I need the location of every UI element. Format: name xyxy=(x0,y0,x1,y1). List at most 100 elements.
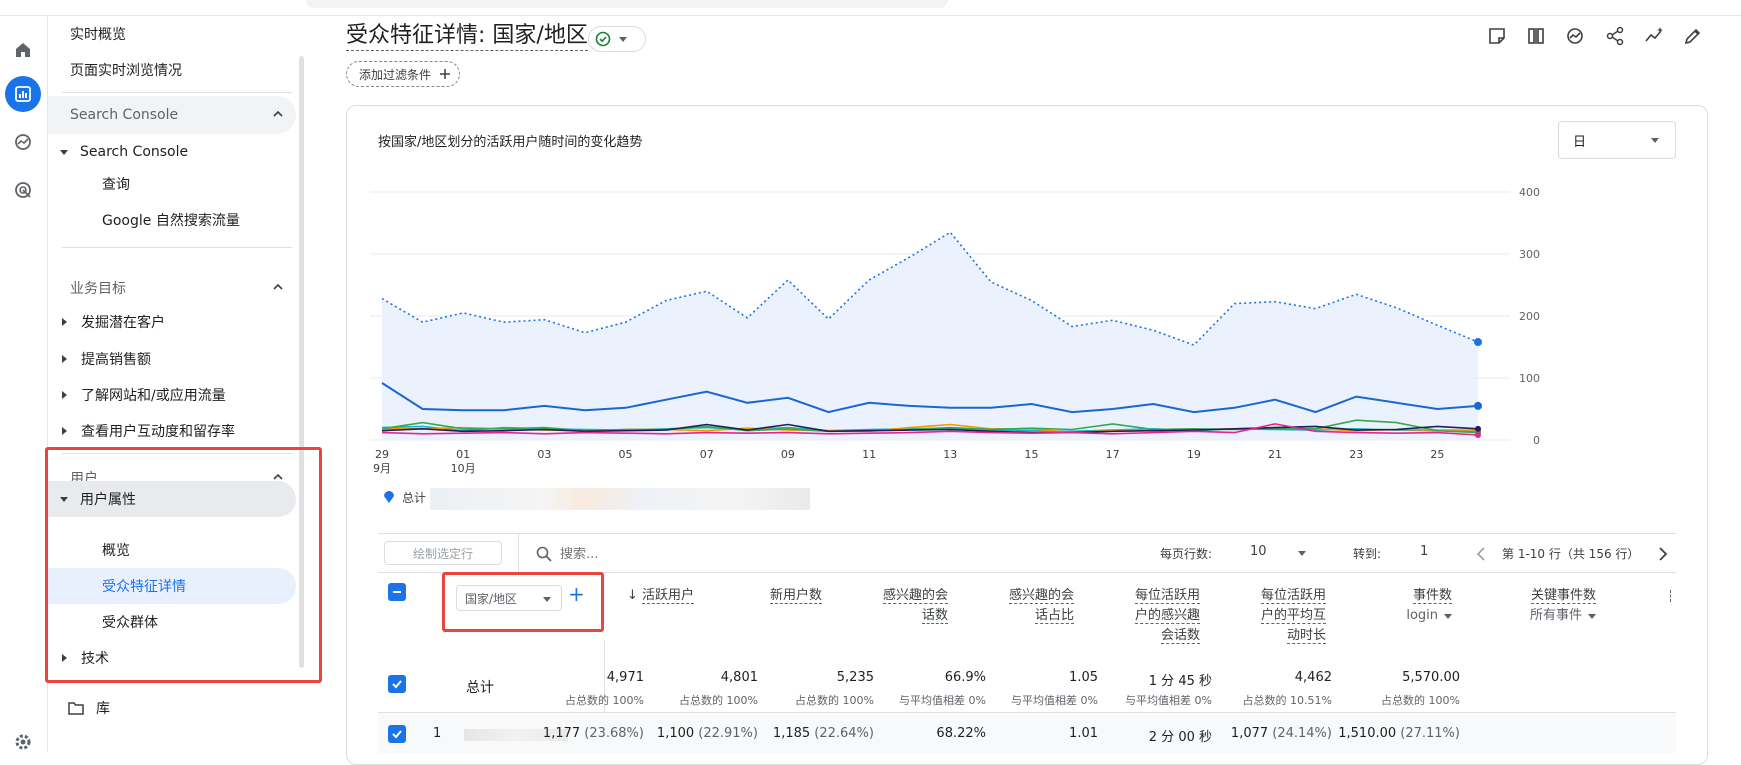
note-icon[interactable] xyxy=(1485,24,1508,48)
col-label: 动时长 xyxy=(1286,628,1326,644)
col-label: 话占比 xyxy=(1034,608,1074,624)
row-checkbox[interactable] xyxy=(388,725,406,743)
totals-label: 总计 xyxy=(466,680,494,696)
global-search-bar[interactable] xyxy=(306,0,948,8)
chevron-left-icon[interactable] xyxy=(1476,547,1486,561)
series-end-point xyxy=(1475,425,1481,432)
sidebar-item-label: 发掘潜在客户 xyxy=(81,315,165,331)
key-event-filter-select[interactable]: 所有事件 xyxy=(1464,606,1596,626)
rows-per-page-value[interactable]: 10 xyxy=(1250,544,1267,559)
col-header-engaged-sessions-per-user[interactable]: 每位活跃用 户的感兴趣 会话数 xyxy=(1092,586,1200,646)
col-label: 新用户数 xyxy=(769,588,822,604)
table-cell: 1,185 (22.64%) xyxy=(772,726,874,741)
y-tick-label: 0 xyxy=(1533,434,1540,447)
home-icon[interactable] xyxy=(5,32,41,68)
advertising-icon[interactable] xyxy=(5,172,41,208)
folder-icon xyxy=(68,702,84,715)
plus-icon xyxy=(440,69,451,79)
title-status-badge[interactable] xyxy=(588,26,646,52)
plot-rows-button[interactable]: 绘制选定行 xyxy=(384,541,502,565)
search-input[interactable] xyxy=(560,546,720,562)
insights-icon[interactable] xyxy=(1564,24,1587,48)
top-bar xyxy=(0,0,1741,16)
sidebar-item-organic-search[interactable]: Google 自然搜索流量 xyxy=(48,204,296,236)
add-filter-label: 添加过滤条件 xyxy=(359,67,432,82)
sidebar-item-label: Google 自然搜索流量 xyxy=(102,213,240,229)
x-tick-label: 23 xyxy=(1349,448,1363,461)
sidebar-item-realtime-overview[interactable]: 实时概览 xyxy=(48,18,296,50)
col-label: 户的感兴趣 xyxy=(1134,608,1200,624)
col-label: 事件数 xyxy=(1412,588,1452,604)
sidebar-item-traffic[interactable]: 了解网站和/或应用流量 xyxy=(48,379,296,411)
sidebar-divider xyxy=(62,92,292,93)
settings-gear-icon[interactable] xyxy=(5,724,41,760)
totals-value: 4,971 xyxy=(606,670,644,685)
sidebar-item-sales[interactable]: 提高销售额 xyxy=(48,343,296,375)
table-cell: 1,177 (23.68%) xyxy=(542,726,644,741)
totals-checkbox[interactable] xyxy=(388,675,406,693)
col-header-engagement-rate[interactable]: 感兴趣的会 话占比 xyxy=(968,586,1074,626)
goto-input[interactable]: 1 xyxy=(1420,544,1428,559)
sidebar-item-label: 实时概览 xyxy=(70,27,126,43)
col-header-engaged-sessions[interactable]: 感兴趣的会 话数 xyxy=(842,586,948,626)
sidebar-divider xyxy=(62,247,292,248)
row-index: 1 xyxy=(433,726,442,741)
sort-arrow-down-icon: ↓ xyxy=(626,588,638,603)
sidebar-item-realtime-pages[interactable]: 页面实时浏览情况 xyxy=(48,54,296,86)
caret-down-icon[interactable] xyxy=(1298,551,1306,556)
page-title[interactable]: 受众特征详情: 国家/地区 xyxy=(346,22,588,51)
chevron-right-icon[interactable] xyxy=(1658,547,1668,561)
totals-subtext: 占总数的 100% xyxy=(1381,694,1460,707)
total-area-fill xyxy=(382,232,1478,440)
sidebar-section-search-console[interactable]: Search Console xyxy=(48,96,296,134)
x-month-label: 9月 xyxy=(373,462,391,475)
col-header-key-events[interactable]: 关键事件数 所有事件 xyxy=(1464,586,1596,626)
col-header-active-users[interactable]: ↓ 活跃用户 xyxy=(608,586,694,606)
chevron-up-icon xyxy=(273,110,283,117)
sparkle-trend-icon[interactable] xyxy=(1642,24,1665,48)
sidebar-group-search-console[interactable]: Search Console xyxy=(48,136,296,168)
sidebar-item-label: 查询 xyxy=(102,177,130,193)
period-select[interactable]: 日 xyxy=(1558,121,1676,159)
x-tick-label: 01 xyxy=(456,448,470,461)
col-label: 关键事件数 xyxy=(1530,588,1596,604)
col-header-event-count[interactable]: 事件数 login xyxy=(1338,586,1452,626)
sidebar-item-label: 库 xyxy=(96,701,110,717)
check-icon xyxy=(392,680,402,689)
edit-pencil-icon[interactable] xyxy=(1682,24,1705,48)
y-tick-label: 400 xyxy=(1519,186,1540,199)
section-label: 业务目标 xyxy=(70,281,126,297)
totals-value: 5,235 xyxy=(836,670,874,685)
sidebar-item-engagement[interactable]: 查看用户互动度和留存率 xyxy=(48,415,296,447)
reports-icon[interactable] xyxy=(5,76,41,112)
compare-icon[interactable] xyxy=(1524,24,1547,48)
totals-subtext: 与平均值相差 0% xyxy=(1011,694,1098,707)
search-icon xyxy=(536,546,552,562)
y-tick-label: 100 xyxy=(1519,372,1540,385)
x-tick-label: 05 xyxy=(619,448,633,461)
sidebar-item-queries[interactable]: 查询 xyxy=(48,168,296,200)
explore-icon[interactable] xyxy=(5,124,41,160)
col-header-avg-engagement-time[interactable]: 每位活跃用 户的平均互 动时长 xyxy=(1218,586,1326,646)
x-tick-label: 09 xyxy=(781,448,795,461)
table-cell: 1,100 (22.91%) xyxy=(656,726,758,741)
caret-right-icon xyxy=(62,355,67,363)
share-icon[interactable] xyxy=(1603,24,1626,48)
sidebar-item-label: 提高销售额 xyxy=(81,352,151,368)
sidebar-item-library[interactable]: 库 xyxy=(48,692,296,724)
add-filter-button[interactable]: 添加过滤条件 xyxy=(346,61,461,87)
totals-subtext: 与平均值相差 0% xyxy=(1125,694,1212,707)
table-row[interactable]: 1 1,177 (23.68%) 1,100 (22.91%) 1,185 (22.… xyxy=(378,713,1676,753)
legend-marker-icon xyxy=(384,491,394,503)
x-tick-label: 21 xyxy=(1268,448,1282,461)
col-header-new-users[interactable]: 新用户数 xyxy=(718,586,822,606)
table-search[interactable] xyxy=(536,543,720,565)
sidebar-item-leads[interactable]: 发掘潜在客户 xyxy=(48,306,296,338)
x-tick-label: 03 xyxy=(537,448,551,461)
caret-down-icon xyxy=(60,149,68,155)
col-label: 户的平均互 xyxy=(1260,608,1326,624)
event-filter-select[interactable]: login xyxy=(1338,606,1452,626)
sidebar-section-business-goals[interactable]: 业务目标 xyxy=(48,269,296,307)
x-tick-label: 13 xyxy=(943,448,957,461)
table-header: ↓ 活跃用户 新用户数 感兴趣的会 话数 感兴趣的会 话占比 每位活跃用 户的感… xyxy=(378,574,1676,654)
